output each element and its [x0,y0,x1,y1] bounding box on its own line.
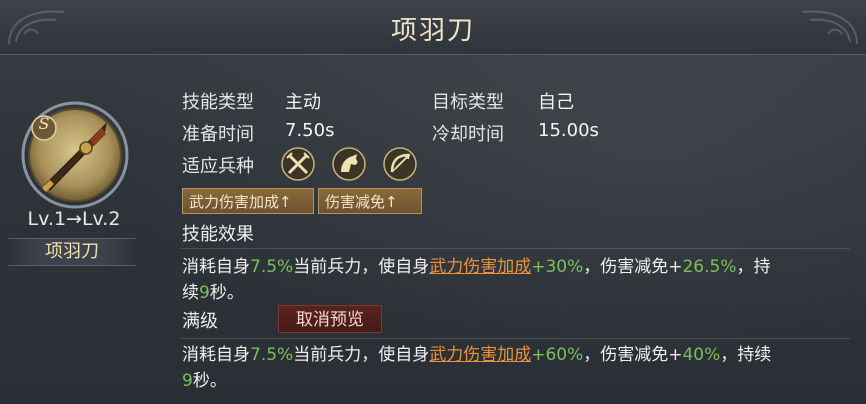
divider [180,338,850,339]
force-damage-link[interactable]: 武力伤害加成 [429,257,531,277]
prep-time-value: 7.50s [285,120,335,141]
effect-reduction-value: 26.5% [682,257,737,277]
cooldown-label: 冷却时间 [432,124,504,145]
effect-duration: 9 [182,371,193,391]
skill-type-value: 主动 [285,92,321,113]
bow-icon [383,147,417,181]
cooldown-value: 15.00s [538,120,599,141]
target-type-label: 目标类型 [432,92,504,113]
max-line-1: 消耗自身7.5%当前兵力，使自身武力伤害加成+60%，伤害减免+40%，持续 [182,342,854,368]
max-level-label: 满级 [182,311,218,332]
horse-icon [332,147,366,181]
effect-bonus-value: +30% [531,257,584,277]
effect-text: ，持 [736,257,771,277]
prep-time-label: 准备时间 [182,124,254,145]
effect-text: ，持续 [720,345,772,365]
divider [180,248,850,249]
cancel-preview-button[interactable]: 取消预览 [278,305,382,333]
force-damage-link[interactable]: 武力伤害加成 [429,345,531,365]
effect-line-1: 消耗自身7.5%当前兵力，使自身武力伤害加成+30%，伤害减免+26.5%，持 [182,254,854,280]
skill-detail-panel: 项羽刀 S Lv.1→Lv.2 项羽刀 技能类型 主动 目标类型 自己 准备时间… [0,0,866,404]
effect-text: ，伤害减免+ [583,257,683,277]
effect-text: ，伤害减免+ [583,345,683,365]
effect-reduction-value: 40% [682,345,721,365]
target-type-value: 自己 [538,92,574,113]
effect-text: 续 [182,283,199,303]
effect-text: 当前兵力，使自身 [293,345,430,365]
tag-damage-reduction: 伤害减免↑ [318,188,422,214]
effect-text: 当前兵力，使自身 [293,257,430,277]
effect-percent: 7.5% [250,257,294,277]
skill-type-label: 技能类型 [182,92,254,113]
max-level-effect-text: 消耗自身7.5%当前兵力，使自身武力伤害加成+60%，伤害减免+40%，持续 9… [182,342,854,394]
skill-effect-text: 消耗自身7.5%当前兵力，使自身武力伤害加成+30%，伤害减免+26.5%，持 … [182,254,854,306]
level-text: Lv.1→Lv.2 [27,208,121,230]
skill-effect-label: 技能效果 [182,224,254,245]
page-title: 项羽刀 [390,16,475,46]
effect-line-2: 续9秒。 [182,280,854,306]
effect-duration: 9 [199,283,210,303]
tag-force-damage-bonus: 武力伤害加成↑ [182,188,314,214]
skill-grade: S [38,114,50,133]
effect-text: 消耗自身 [182,345,250,365]
effect-percent: 7.5% [250,345,294,365]
troop-types-label: 适应兵种 [182,156,254,177]
sword-icon [281,147,315,181]
max-line-2: 9秒。 [182,368,854,394]
effect-text: 消耗自身 [182,257,250,277]
skill-name-banner: 项羽刀 [8,238,136,266]
skill-sword-icon[interactable] [20,100,130,210]
effect-text: 秒。 [209,283,244,303]
effect-text: 秒。 [192,371,227,391]
title-bar: 项羽刀 [0,0,866,55]
effect-bonus-value: +60% [531,345,584,365]
